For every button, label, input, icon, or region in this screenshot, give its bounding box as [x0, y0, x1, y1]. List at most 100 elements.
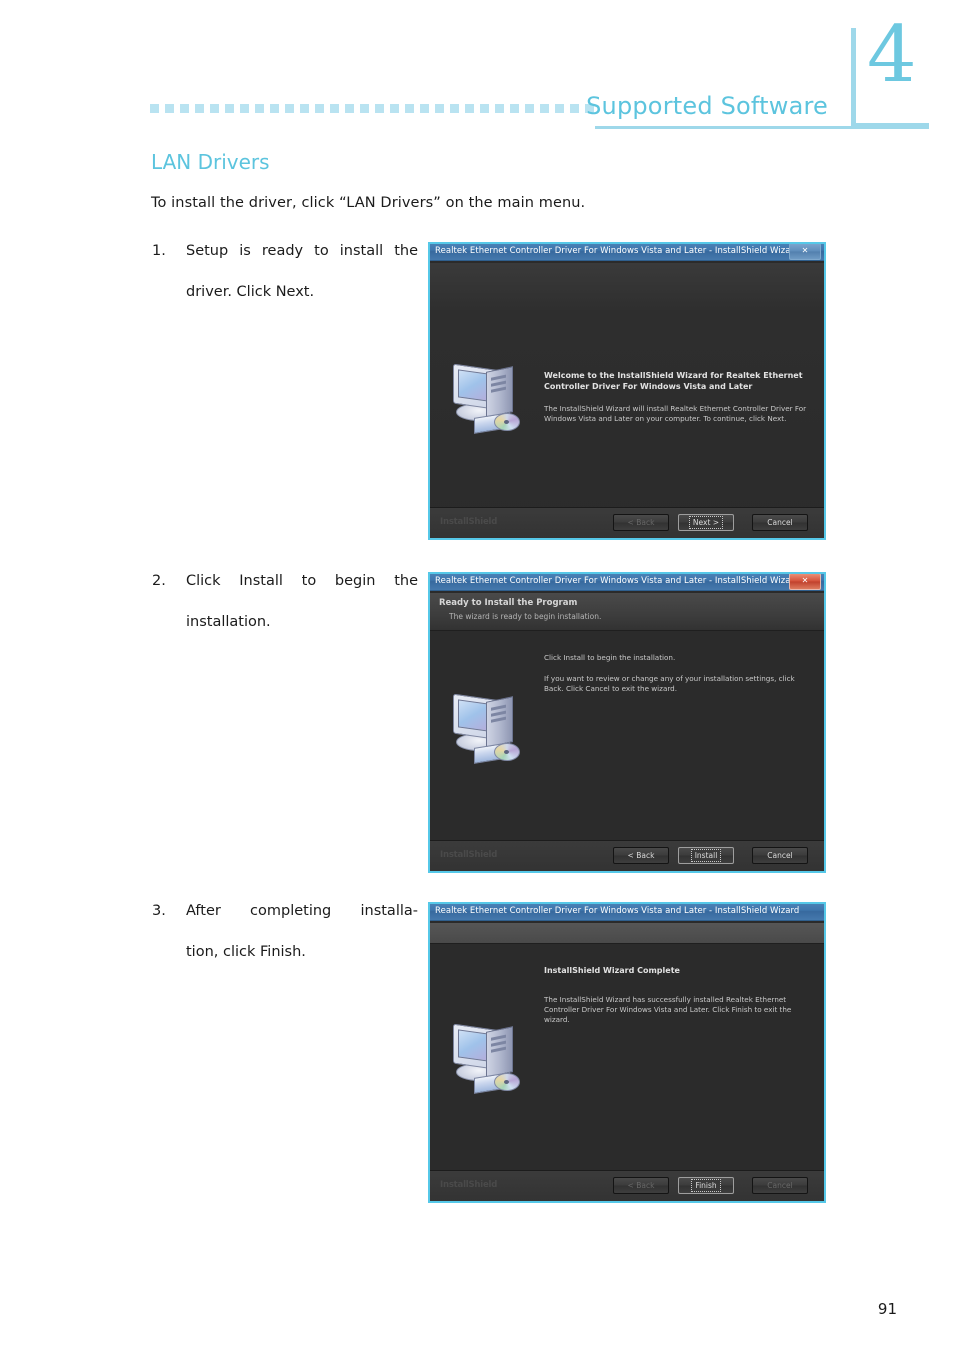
next-button-label: Next > [688, 516, 724, 529]
header-dot [180, 104, 189, 113]
chapter-number: 4 [867, 10, 917, 100]
dialog-heading: Welcome to the InstallShield Wizard for … [544, 371, 803, 391]
back-button[interactable]: < Back [613, 847, 669, 864]
step-text-line: Click Install to begin the [186, 573, 418, 589]
header-dot [270, 104, 279, 113]
dialog-title: Realtek Ethernet Controller Driver For W… [435, 246, 800, 256]
step-item: 3. After completing installa- tion, clic… [152, 901, 418, 963]
header-dot [420, 104, 429, 113]
installshield-watermark: InstallShield [440, 850, 498, 860]
dialog-header-strip [430, 923, 824, 944]
dialog-title: Realtek Ethernet Controller Driver For W… [435, 906, 800, 916]
header-dot-rule [150, 104, 594, 113]
close-icon[interactable]: ✕ [789, 573, 821, 590]
step-number: 3. [152, 903, 166, 919]
dialog-titlebar[interactable]: Realtek Ethernet Controller Driver For W… [428, 242, 826, 261]
dialog-body: Welcome to the InstallShield Wizard for … [430, 263, 824, 538]
dialog-banner-subtext: The wizard is ready to begin installatio… [449, 612, 602, 621]
finish-button[interactable]: Finish [678, 1177, 734, 1194]
step-text: Setup is ready to install the driver. Cl… [186, 241, 418, 303]
step-item: 2. Click Install to begin the installati… [152, 571, 418, 633]
header-dot [255, 104, 264, 113]
dialog-paragraph: The InstallShield Wizard will install Re… [544, 403, 807, 423]
header-dot [495, 104, 504, 113]
step-text-line: driver. Click Next. [186, 284, 315, 301]
next-button[interactable]: Next > [678, 514, 734, 531]
step-number: 1. [152, 243, 166, 259]
header-dot [210, 104, 219, 113]
section-title: LAN Drivers [151, 150, 270, 174]
header-dot [150, 104, 159, 113]
header-dot [390, 104, 399, 113]
cancel-button[interactable]: Cancel [752, 514, 808, 531]
header-dot [510, 104, 519, 113]
back-button[interactable]: < Back [613, 1177, 669, 1194]
back-button[interactable]: < Back [613, 514, 669, 531]
header-dot [240, 104, 249, 113]
installshield-dialog-complete: Realtek Ethernet Controller Driver For W… [428, 902, 826, 1203]
header-dot [435, 104, 444, 113]
step-text-line: After completing installa- [186, 903, 418, 919]
header-dot [195, 104, 204, 113]
dialog-paragraph-2: If you want to review or change any of y… [544, 674, 795, 694]
install-button-label: Install [690, 849, 722, 862]
chapter-marker: 4 [851, 16, 929, 128]
header-underline [595, 126, 929, 129]
dialog-body: Ready to Install the Program The wizard … [430, 593, 824, 871]
dialog-heading: InstallShield Wizard Complete [544, 966, 680, 975]
close-icon[interactable]: ✕ [789, 243, 821, 260]
header-dot [525, 104, 534, 113]
header-dot [405, 104, 414, 113]
installshield-watermark: InstallShield [440, 517, 498, 527]
dialog-message: Welcome to the InstallShield Wizard for … [544, 371, 808, 424]
section-intro: To install the driver, click “LAN Driver… [151, 195, 586, 211]
step-number: 2. [152, 573, 166, 589]
step-text: Click Install to begin the installation. [186, 571, 418, 633]
install-button[interactable]: Install [678, 847, 734, 864]
dialog-message: Click Install to begin the installation.… [544, 653, 808, 694]
finish-button-label: Finish [691, 1179, 721, 1192]
installshield-dialog-ready-to-install: Realtek Ethernet Controller Driver For W… [428, 572, 826, 873]
dialog-button-bar: InstallShield < Back Finish Cancel [430, 1170, 824, 1201]
header-dot [165, 104, 174, 113]
header-dot [540, 104, 549, 113]
step-text-line: installation. [186, 614, 271, 631]
dialog-banner: Ready to Install the Program The wizard … [430, 593, 824, 631]
step-text-line: Setup is ready to install the [186, 243, 418, 259]
header-dot [570, 104, 579, 113]
header-dot [315, 104, 324, 113]
header-dot [555, 104, 564, 113]
dialog-paragraph-1: Click Install to begin the installation. [544, 653, 676, 662]
header-dot [450, 104, 459, 113]
step-text: After completing installa- tion, click F… [186, 901, 418, 963]
computer-icon [450, 691, 524, 765]
dialog-message: InstallShield Wizard Complete The Instal… [544, 966, 808, 1025]
dialog-titlebar[interactable]: Realtek Ethernet Controller Driver For W… [428, 902, 826, 921]
step-item: 1. Setup is ready to install the driver.… [152, 241, 418, 303]
computer-icon [450, 361, 524, 435]
dialog-titlebar[interactable]: Realtek Ethernet Controller Driver For W… [428, 572, 826, 591]
installshield-dialog-welcome: Realtek Ethernet Controller Driver For W… [428, 242, 826, 540]
header-dot [300, 104, 309, 113]
header-dot [285, 104, 294, 113]
header-dot [480, 104, 489, 113]
dialog-banner-heading: Ready to Install the Program [439, 598, 578, 608]
dialog-title: Realtek Ethernet Controller Driver For W… [435, 576, 800, 586]
header-dot [330, 104, 339, 113]
cancel-button[interactable]: Cancel [752, 847, 808, 864]
dialog-button-bar: InstallShield < Back Next > Cancel [430, 507, 824, 538]
cancel-button[interactable]: Cancel [752, 1177, 808, 1194]
page-number: 91 [877, 1300, 897, 1318]
computer-icon [450, 1021, 524, 1095]
header-dot [465, 104, 474, 113]
chapter-marker-vertical-rule [851, 28, 856, 125]
page-title: Supported Software [586, 92, 828, 120]
dialog-button-bar: InstallShield < Back Install Cancel [430, 840, 824, 871]
header-dot [225, 104, 234, 113]
header-dot [345, 104, 354, 113]
dialog-body: InstallShield Wizard Complete The Instal… [430, 923, 824, 1201]
dialog-paragraph: The InstallShield Wizard has successfull… [544, 994, 792, 1024]
step-text-line: tion, click Finish. [186, 944, 306, 961]
installshield-watermark: InstallShield [440, 1180, 498, 1190]
header-dot [375, 104, 384, 113]
